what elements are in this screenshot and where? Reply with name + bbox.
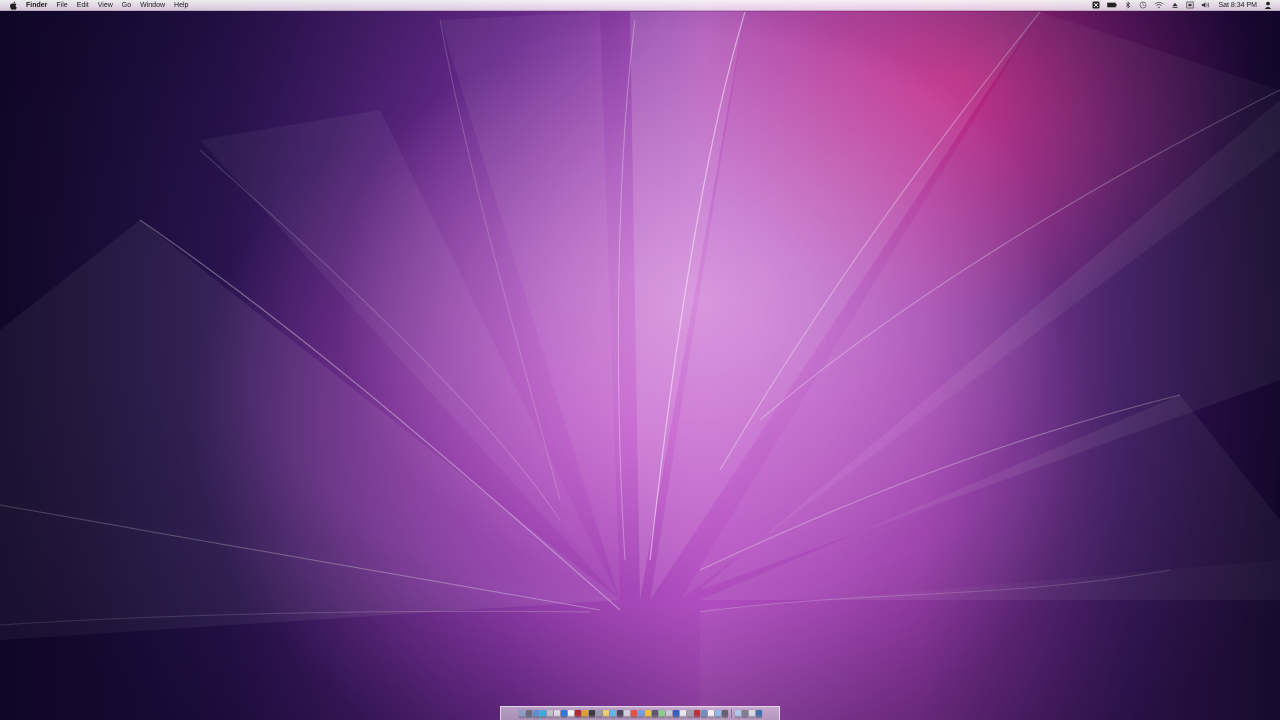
wifi-icon[interactable] [1154,1,1164,9]
dock-app-icon[interactable] [686,710,693,718]
dock [500,706,780,720]
user-icon[interactable] [1264,1,1272,9]
desktop[interactable]: Finder File Edit View Go Window Help Sat… [0,0,1280,720]
dock-app-icon[interactable] [532,710,539,718]
dock-app-icon[interactable] [546,710,553,718]
eject-icon[interactable] [1171,1,1179,9]
dock-app-icon[interactable] [602,710,609,718]
dock-app-icon[interactable] [630,710,637,718]
dock-app-icon[interactable] [567,710,574,718]
menu-app-name[interactable]: Finder [26,0,47,11]
menu-window[interactable]: Window [140,0,165,11]
dock-app-icon[interactable] [623,710,630,718]
dock-app-icon[interactable] [539,710,546,718]
bluetooth-icon[interactable] [1124,1,1132,9]
menu-help[interactable]: Help [174,0,188,11]
dock-app-icon[interactable] [721,710,728,718]
menu-edit[interactable]: Edit [77,0,89,11]
dock-app-icon[interactable] [595,710,602,718]
dock-separator [730,709,732,718]
dock-app-icon[interactable] [741,710,748,718]
dock-app-icon[interactable] [651,710,658,718]
dock-app-icon[interactable] [609,710,616,718]
dock-app-icon[interactable] [707,710,714,718]
dock-app-icon[interactable] [748,710,755,718]
dock-app-icon[interactable] [672,710,679,718]
dock-app-icon[interactable] [518,710,525,718]
apple-icon[interactable] [9,1,17,10]
menu-file[interactable]: File [56,0,67,11]
clock-sync-icon[interactable] [1139,1,1147,9]
dock-app-icon[interactable] [588,710,595,718]
menu-bar: Finder File Edit View Go Window Help Sat… [0,0,1280,11]
dock-app-icon[interactable] [714,710,721,718]
dock-app-icon[interactable] [574,710,581,718]
volume-icon[interactable] [1201,1,1211,9]
dock-app-icon[interactable] [755,710,762,718]
dock-app-icon[interactable] [679,710,686,718]
display-icon[interactable] [1186,1,1195,9]
dock-app-icon[interactable] [693,710,700,718]
dock-app-icon[interactable] [560,710,567,718]
menu-bar-left: Finder File Edit View Go Window Help [0,0,188,11]
dock-app-icon[interactable] [734,710,741,718]
dock-app-icon[interactable] [553,710,560,718]
menu-view[interactable]: View [98,0,113,11]
dock-app-icon[interactable] [581,710,588,718]
battery-icon[interactable] [1107,1,1118,9]
dock-app-icon[interactable] [644,710,651,718]
dock-app-icon[interactable] [700,710,707,718]
dock-app-icon[interactable] [525,710,532,718]
dock-app-icon[interactable] [658,710,665,718]
dock-app-icon[interactable] [616,710,623,718]
menu-bar-right: Sat 8:34 PM [1092,0,1280,11]
timemachine-icon[interactable] [1092,1,1100,9]
dock-app-icon[interactable] [665,710,672,718]
wallpaper [0,11,1280,720]
menu-clock[interactable]: Sat 8:34 PM [1218,0,1257,11]
dock-app-icon[interactable] [637,710,644,718]
menu-go[interactable]: Go [122,0,131,11]
